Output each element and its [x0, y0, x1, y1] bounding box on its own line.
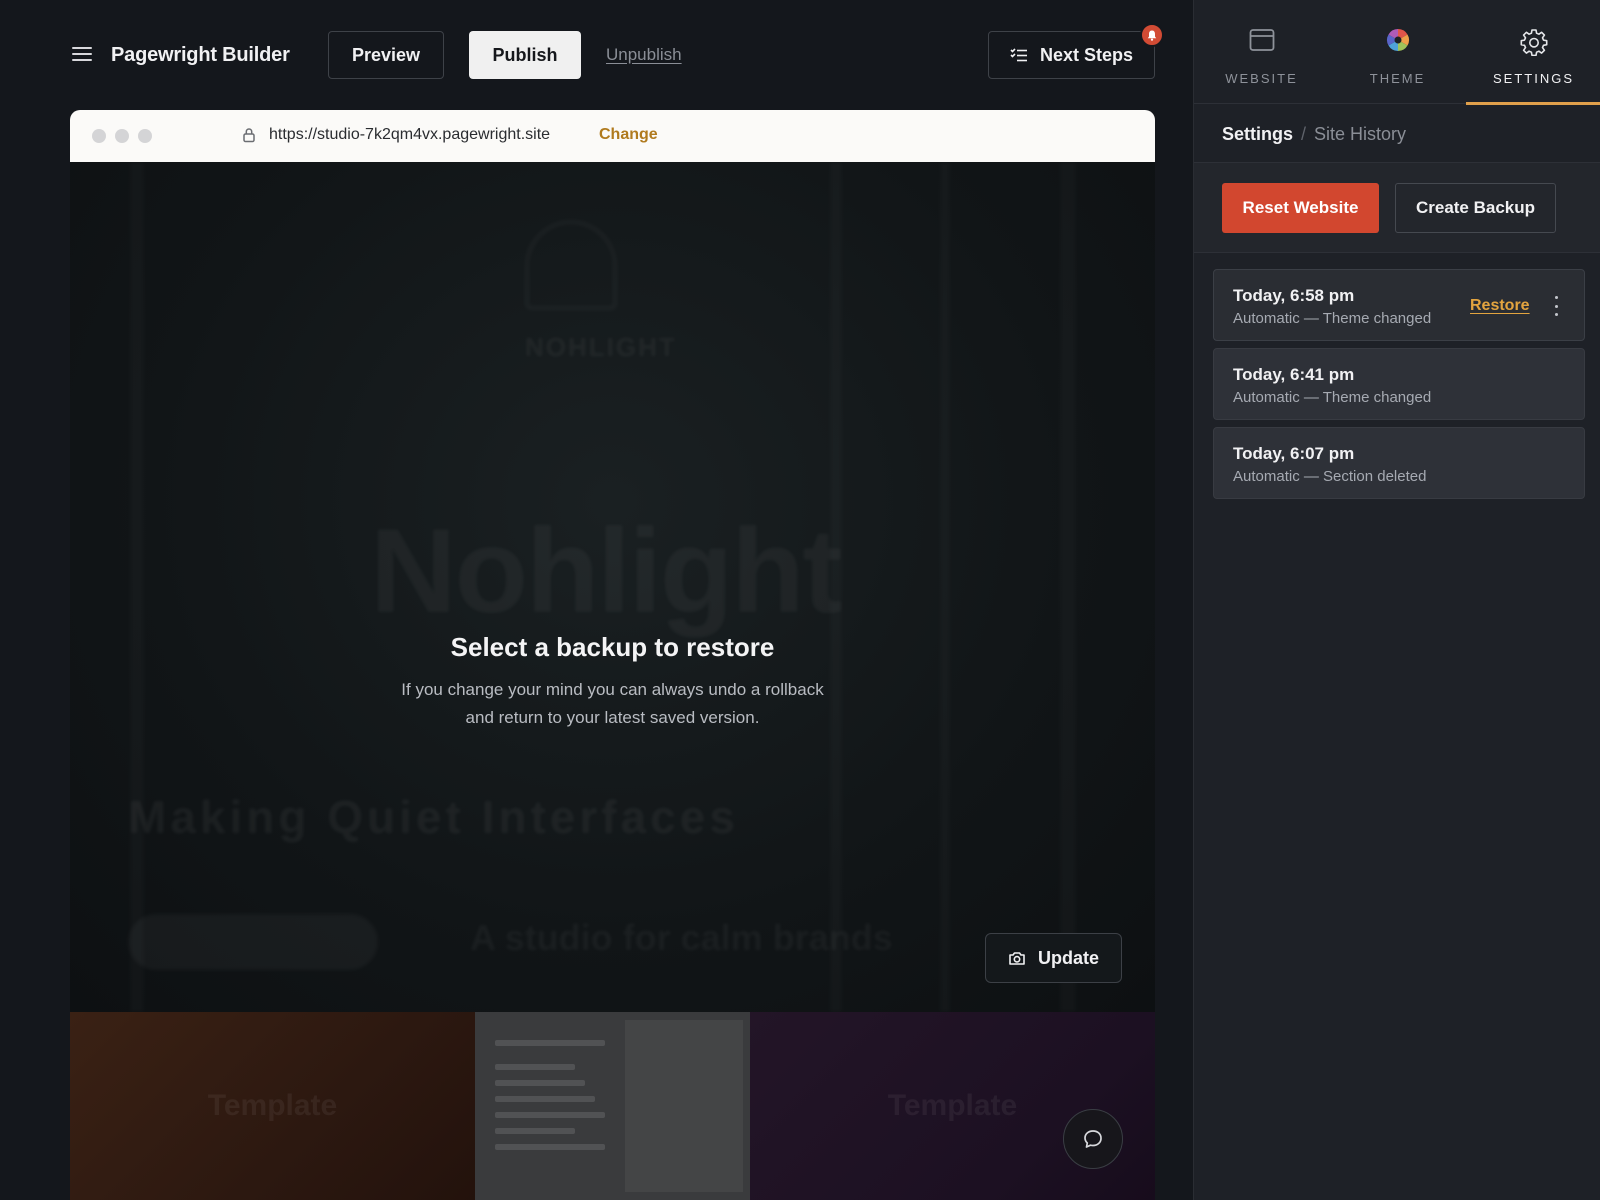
breadcrumb-separator: /: [1301, 124, 1307, 144]
restore-prompt-body: If you change your mind you can always u…: [401, 680, 824, 727]
browser-window-icon: [1249, 29, 1274, 51]
template-label: Template: [887, 1089, 1018, 1122]
more-options-icon[interactable]: [1552, 296, 1560, 316]
change-domain-link[interactable]: Change: [599, 126, 658, 144]
next-steps-button[interactable]: Next Steps: [988, 31, 1155, 79]
breadcrumb-site-history: Site History: [1314, 124, 1407, 144]
ghost-logo-icon: [525, 220, 617, 310]
browser-address-bar: https://studio-7k2qm4vx.pagewright.site …: [70, 110, 1155, 162]
app-title: Pagewright Builder: [111, 44, 290, 66]
backup-description: Automatic — Theme changed: [1233, 310, 1432, 327]
ghost-headline: Making Quiet Interfaces: [128, 791, 739, 843]
window-dot-icon: [92, 129, 106, 143]
history-actions: Reset Website Create Backup: [1194, 163, 1600, 253]
update-label: Update: [1037, 947, 1099, 968]
tab-website[interactable]: WEBSITE: [1194, 0, 1329, 104]
reset-website-button[interactable]: Reset Website: [1222, 183, 1379, 233]
camera-icon: [1009, 951, 1025, 965]
hamburger-menu-icon[interactable]: [72, 47, 92, 63]
template-card[interactable]: Template: [70, 1012, 475, 1200]
hero-section: NOHLIGHT Nohlight Making Quiet Interface…: [70, 162, 1155, 1012]
lock-icon: [243, 128, 255, 143]
chat-bubble-icon: [1084, 1130, 1102, 1148]
tab-settings-label: SETTINGS: [1492, 71, 1574, 86]
settings-panel: WEBSITE THEME SETTINGS Settings / Site His…: [1193, 0, 1600, 1200]
backup-time: Today, 6:41 pm: [1233, 365, 1355, 384]
template-strip: Template Template: [70, 1012, 1155, 1200]
site-url: https://studio-7k2qm4vx.pagewright.site: [269, 126, 551, 143]
top-bar: Pagewright Builder Preview Publish Unpub…: [0, 0, 1193, 110]
gear-icon: [1520, 29, 1547, 56]
color-wheel-icon: [1386, 29, 1409, 51]
backup-item[interactable]: Today, 6:58 pm Automatic — Theme changed…: [1213, 269, 1585, 341]
create-backup-button[interactable]: Create Backup: [1395, 183, 1556, 233]
backup-description: Automatic — Theme changed: [1233, 389, 1432, 406]
restore-prompt-title: Select a backup to restore: [450, 632, 775, 662]
template-label: Template: [207, 1089, 338, 1122]
backup-item[interactable]: Today, 6:41 pm Automatic — Theme changed: [1213, 348, 1585, 420]
unpublish-link[interactable]: Unpublish: [606, 45, 682, 65]
ghost-tagline: A studio for calm brands: [470, 917, 893, 959]
checklist-icon: [1010, 48, 1027, 62]
window-dot-icon: [138, 129, 152, 143]
update-screenshot-button[interactable]: Update: [985, 933, 1122, 983]
ghost-wordmark: Nohlight: [370, 502, 843, 640]
tab-settings[interactable]: SETTINGS: [1466, 0, 1600, 105]
tab-theme-label: THEME: [1369, 71, 1426, 86]
notification-bell-icon[interactable]: [1140, 23, 1164, 47]
breadcrumb: Settings / Site History: [1222, 124, 1406, 145]
site-preview: NOHLIGHT Nohlight Making Quiet Interface…: [70, 162, 1155, 1200]
next-steps-label: Next Steps: [1039, 44, 1134, 65]
template-card[interactable]: Template: [750, 1012, 1155, 1200]
preview-button[interactable]: Preview: [328, 31, 444, 79]
tab-theme[interactable]: THEME: [1330, 0, 1465, 104]
restore-button[interactable]: Restore: [1470, 297, 1530, 315]
template-card[interactable]: [475, 1012, 750, 1200]
chat-button[interactable]: [1063, 1109, 1123, 1169]
window-dot-icon: [115, 129, 129, 143]
backup-time: Today, 6:07 pm: [1233, 444, 1355, 463]
backup-description: Automatic — Section deleted: [1233, 468, 1427, 485]
breadcrumb-settings[interactable]: Settings: [1222, 124, 1293, 144]
ghost-brand: NOHLIGHT: [525, 332, 677, 362]
panel-tabs: WEBSITE THEME SETTINGS: [1194, 0, 1600, 105]
backup-time: Today, 6:58 pm: [1233, 286, 1355, 305]
backup-item[interactable]: Today, 6:07 pm Automatic — Section delet…: [1213, 427, 1585, 499]
tab-website-label: WEBSITE: [1225, 71, 1298, 86]
publish-button[interactable]: Publish: [469, 31, 581, 79]
